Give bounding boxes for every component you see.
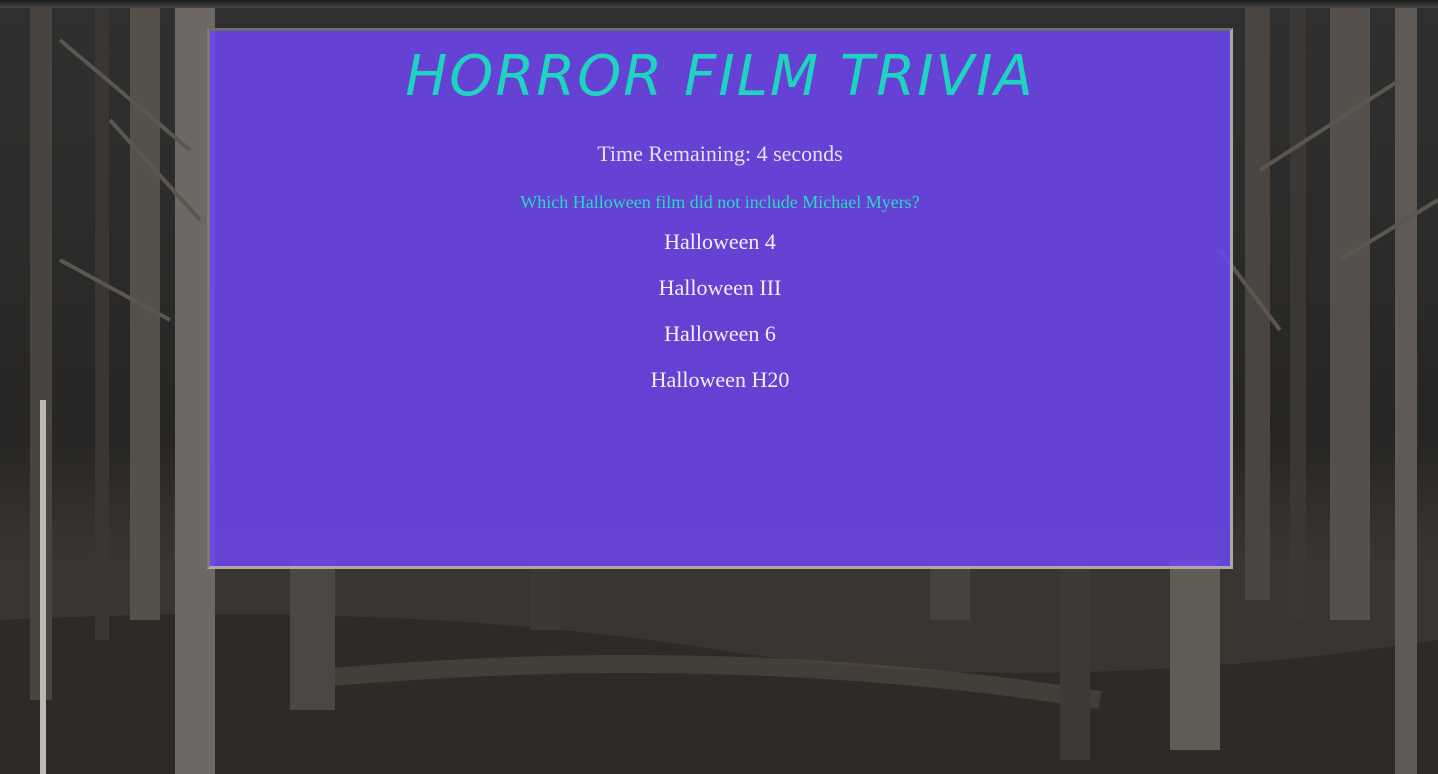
answer-option-2[interactable]: Halloween III (655, 275, 786, 301)
question-text: Which Halloween film did not include Mic… (520, 192, 920, 212)
page-title: HORROR FILM TRIVIA (405, 44, 1035, 109)
time-remaining: Time Remaining: 4 seconds (597, 141, 843, 166)
trivia-panel: HORROR FILM TRIVIA Time Remaining: 4 sec… (207, 28, 1233, 569)
answer-list: Halloween 4 Halloween III Halloween 6 Ha… (210, 229, 1230, 413)
answer-option-4[interactable]: Halloween H20 (647, 367, 794, 393)
answer-option-1[interactable]: Halloween 4 (660, 229, 780, 255)
answer-option-3[interactable]: Halloween 6 (660, 321, 780, 347)
top-border-strip (0, 0, 1438, 8)
